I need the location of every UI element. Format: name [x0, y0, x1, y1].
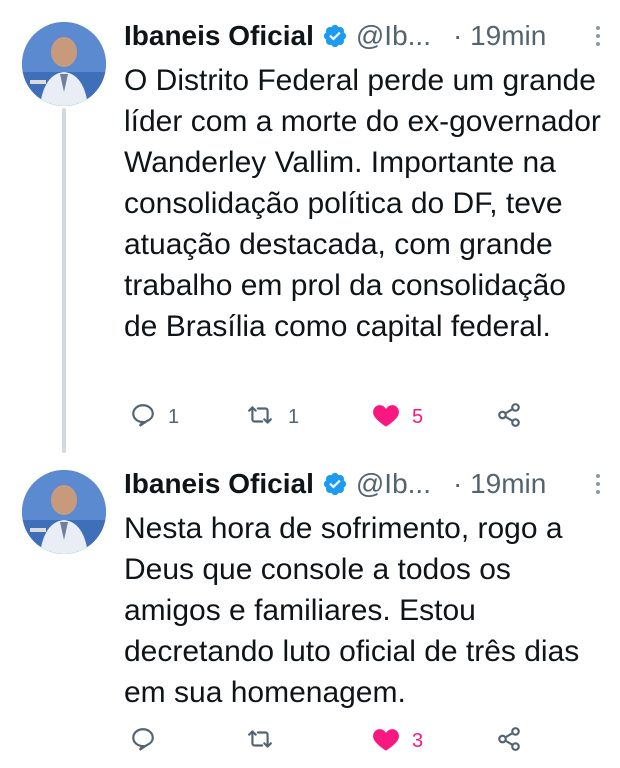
like-button[interactable]: 3 — [372, 721, 423, 761]
timestamp[interactable]: · 19min — [453, 20, 546, 52]
timestamp[interactable]: · 19min — [453, 468, 546, 500]
avatar[interactable] — [22, 470, 106, 554]
retweet-button[interactable] — [244, 721, 288, 761]
share-icon — [496, 726, 522, 757]
share-button[interactable] — [496, 397, 522, 437]
reply-count: 1 — [168, 405, 180, 428]
like-icon — [372, 726, 400, 757]
share-icon — [496, 402, 522, 433]
tweet-text: O Distrito Federal perde um grande líder… — [124, 64, 601, 343]
like-count: 3 — [412, 729, 424, 752]
display-name[interactable]: Ibaneis Oficial — [124, 20, 314, 52]
retweet-button[interactable]: 1 — [244, 397, 299, 437]
display-name[interactable]: Ibaneis Oficial — [124, 468, 314, 500]
avatar[interactable] — [22, 22, 106, 106]
more-icon[interactable] — [596, 474, 602, 494]
reply-button[interactable] — [130, 721, 168, 761]
like-icon — [372, 402, 400, 433]
retweet-icon — [244, 402, 276, 433]
tweet-1[interactable]: Ibaneis Oficial @Ib... · 19min O Distrit… — [0, 14, 620, 454]
handle[interactable]: @Ib... — [356, 20, 431, 52]
reply-icon — [130, 402, 156, 433]
reply-icon — [130, 726, 156, 757]
more-icon[interactable] — [596, 26, 602, 46]
tweet-2[interactable]: Ibaneis Oficial @Ib... · 19min Nesta hor… — [0, 462, 620, 762]
verified-badge-icon — [322, 471, 348, 497]
verified-badge-icon — [322, 23, 348, 49]
reply-button[interactable]: 1 — [130, 397, 179, 437]
tweet-text: Nesta hora de sofrimento, rogo a Deus qu… — [124, 512, 580, 709]
like-button[interactable]: 5 — [372, 397, 423, 437]
like-count: 5 — [412, 405, 424, 428]
retweet-count: 1 — [288, 405, 300, 428]
handle[interactable]: @Ib... — [356, 468, 431, 500]
retweet-icon — [244, 726, 276, 757]
share-button[interactable] — [496, 721, 522, 761]
